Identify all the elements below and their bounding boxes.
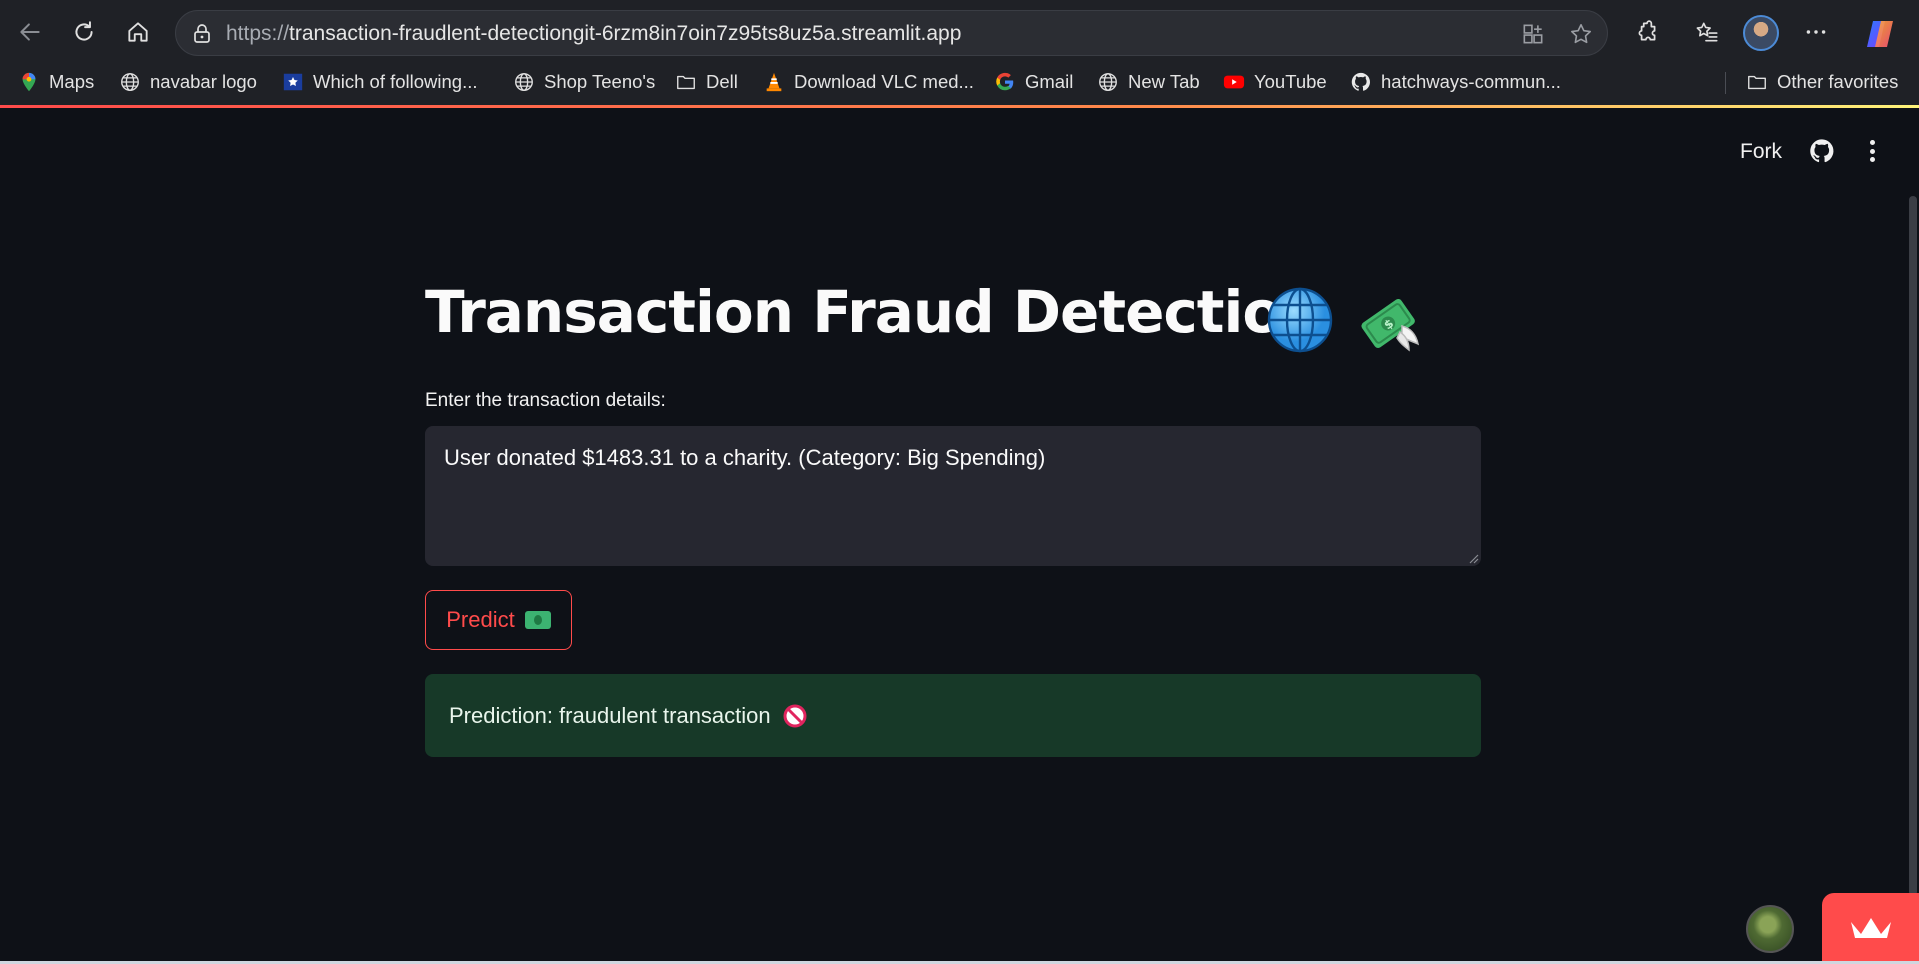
url-protocol: https:// bbox=[226, 22, 290, 45]
dollar-banknote-icon bbox=[524, 611, 551, 629]
bookmark-label: Dell bbox=[706, 71, 738, 92]
money-with-wings-icon: $ bbox=[1361, 298, 1420, 352]
bookmark-dell[interactable]: Dell bbox=[675, 68, 738, 96]
browser-chrome: https://transaction-fraudlent-detectiong… bbox=[0, 0, 1919, 108]
star-flag-icon bbox=[283, 73, 303, 91]
menu-dot bbox=[1869, 140, 1875, 145]
bookmark-navabar-logo[interactable]: navabar logo bbox=[119, 68, 257, 96]
globe-icon bbox=[121, 73, 139, 91]
bookmark-download-vlc[interactable]: Download VLC med... bbox=[763, 68, 974, 96]
prediction-result-text: Prediction: fraudulent transaction bbox=[449, 702, 771, 728]
bookmark-other-favorites[interactable]: Other favorites bbox=[1746, 68, 1898, 96]
browser-toolbar: https://transaction-fraudlent-detectiong… bbox=[0, 6, 1919, 58]
app-main: Fork Transaction Fraud Detection $ Enter… bbox=[0, 108, 1919, 961]
transaction-details-textarea[interactable]: User donated $1483.31 to a charity. (Cat… bbox=[425, 426, 1481, 566]
profile-avatar[interactable] bbox=[1743, 15, 1779, 51]
favorite-star-icon[interactable] bbox=[1568, 21, 1594, 47]
prohibited-icon bbox=[783, 704, 807, 727]
github-icon bbox=[1351, 72, 1370, 91]
bookmarks-bar: Maps navabar logo Which of following... … bbox=[0, 62, 1919, 102]
streamlit-crown-icon bbox=[1850, 918, 1891, 938]
menu-dot bbox=[1869, 148, 1875, 154]
address-bar[interactable]: https://transaction-fraudlent-detectiong… bbox=[175, 10, 1608, 56]
more-horizontal-icon bbox=[1806, 30, 1826, 34]
predict-button[interactable]: Predict bbox=[425, 590, 572, 650]
bookmark-shop-teenos[interactable]: Shop Teeno's bbox=[513, 68, 655, 96]
globe-icon bbox=[1099, 73, 1117, 91]
folder-icon bbox=[1748, 75, 1766, 90]
fork-button[interactable]: Fork bbox=[1740, 140, 1782, 164]
resize-handle-icon[interactable] bbox=[1467, 552, 1479, 564]
bookmark-label: Maps bbox=[49, 71, 95, 92]
maps-pin-icon bbox=[22, 72, 36, 92]
bookmark-label: navabar logo bbox=[150, 71, 257, 92]
bookmark-label: hatchways-commun... bbox=[1381, 71, 1561, 92]
app-available-icon[interactable] bbox=[1520, 21, 1546, 47]
copilot-icon[interactable] bbox=[1863, 17, 1897, 51]
lock-icon[interactable] bbox=[190, 22, 214, 46]
bookmark-label: Gmail bbox=[1025, 71, 1074, 92]
refresh-button[interactable] bbox=[64, 14, 104, 50]
refresh-icon bbox=[75, 21, 93, 41]
github-icon[interactable] bbox=[1808, 137, 1836, 165]
extensions-button[interactable] bbox=[1627, 14, 1667, 50]
home-icon bbox=[128, 22, 148, 42]
youtube-icon bbox=[1223, 75, 1245, 89]
bookmark-maps[interactable]: Maps bbox=[18, 68, 94, 96]
bookmark-label: Other favorites bbox=[1777, 71, 1899, 92]
home-button[interactable] bbox=[118, 14, 158, 50]
page-title: Transaction Fraud Detection bbox=[425, 278, 1323, 346]
bookmark-youtube[interactable]: YouTube bbox=[1223, 68, 1327, 96]
settings-more-button[interactable] bbox=[1796, 14, 1836, 50]
globe-icon bbox=[515, 73, 533, 91]
puzzle-icon bbox=[1638, 20, 1656, 41]
bookmark-hatchways[interactable]: hatchways-commun... bbox=[1350, 68, 1561, 96]
bookmark-label: Download VLC med... bbox=[794, 71, 974, 92]
bookmark-new-tab[interactable]: New Tab bbox=[1097, 68, 1200, 96]
bookmark-label: Shop Teeno's bbox=[544, 71, 656, 92]
bookmark-gmail[interactable]: Gmail bbox=[994, 68, 1073, 96]
back-button[interactable] bbox=[10, 14, 50, 50]
page-scrollbar[interactable] bbox=[1909, 196, 1917, 896]
folder-icon bbox=[677, 75, 695, 90]
bookmark-which-of-following[interactable]: Which of following... bbox=[282, 68, 478, 96]
bookmarks-divider bbox=[1725, 72, 1726, 94]
favorites-list-icon bbox=[1696, 22, 1718, 42]
google-icon bbox=[996, 72, 1014, 91]
url-text[interactable]: https://transaction-fraudlent-detectiong… bbox=[226, 22, 961, 46]
predict-button-label: Predict bbox=[446, 607, 515, 632]
user-avatar[interactable] bbox=[1746, 905, 1794, 953]
bookmark-label: Which of following... bbox=[313, 71, 478, 92]
streamlit-badge[interactable] bbox=[1822, 893, 1919, 961]
favorites-button[interactable] bbox=[1687, 14, 1727, 50]
url-host: transaction-fraudlent-detectiongit-6rzm8… bbox=[289, 22, 962, 45]
back-arrow-icon bbox=[20, 23, 40, 41]
menu-dot bbox=[1869, 157, 1875, 162]
vlc-cone-icon bbox=[766, 72, 782, 92]
bookmark-label: YouTube bbox=[1254, 71, 1327, 92]
transaction-input-label: Enter the transaction details: bbox=[425, 390, 666, 411]
main-menu-button[interactable] bbox=[1860, 136, 1884, 166]
bookmark-label: New Tab bbox=[1128, 71, 1200, 92]
globe-emoji-icon bbox=[1267, 287, 1333, 353]
prediction-result-alert: Prediction: fraudulent transaction bbox=[425, 674, 1481, 757]
